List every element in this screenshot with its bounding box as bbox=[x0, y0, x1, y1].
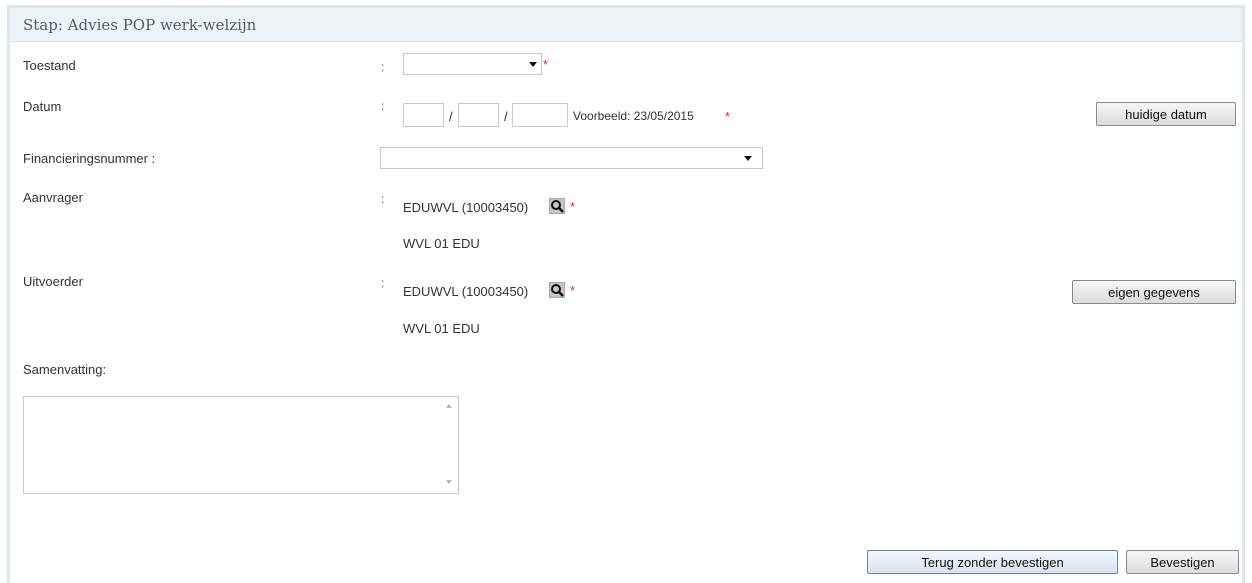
scroll-up-icon[interactable] bbox=[446, 404, 452, 408]
date-separator: / bbox=[504, 109, 508, 124]
date-month-input[interactable] bbox=[458, 103, 499, 127]
panel-title: Stap: Advies POP werk-welzijn bbox=[23, 16, 257, 34]
own-data-button[interactable]: eigen gegevens bbox=[1072, 280, 1236, 304]
datum-colon: : bbox=[381, 99, 385, 113]
toestand-colon: : bbox=[381, 60, 385, 74]
magnifier-icon[interactable] bbox=[549, 198, 565, 214]
aanvrager-label: Aanvrager bbox=[23, 190, 83, 205]
samenvatting-label: Samenvatting: bbox=[23, 362, 107, 377]
aanvrager-value: EDUWVL (10003450) bbox=[403, 200, 529, 215]
magnifier-icon[interactable] bbox=[549, 282, 565, 298]
uitvoerder-colon: : bbox=[381, 276, 385, 290]
samenvatting-textarea[interactable] bbox=[23, 396, 459, 494]
toestand-label: Toestand bbox=[23, 58, 76, 73]
back-without-confirm-button[interactable]: Terug zonder bevestigen bbox=[867, 550, 1118, 574]
financiering-select[interactable] bbox=[380, 147, 763, 169]
step-panel: Stap: Advies POP werk-welzijn bbox=[7, 5, 1245, 583]
date-year-input[interactable] bbox=[512, 103, 568, 127]
aanvrager-name: WVL 01 EDU bbox=[403, 236, 480, 251]
toestand-select[interactable] bbox=[403, 53, 542, 75]
scroll-down-icon[interactable] bbox=[446, 480, 452, 484]
uitvoerder-required: * bbox=[570, 283, 576, 298]
confirm-button[interactable]: Bevestigen bbox=[1126, 550, 1239, 574]
uitvoerder-value: EDUWVL (10003450) bbox=[403, 284, 529, 299]
date-separator: / bbox=[449, 109, 453, 124]
today-button[interactable]: huidige datum bbox=[1096, 102, 1236, 126]
uitvoerder-name: WVL 01 EDU bbox=[403, 321, 480, 336]
datum-required: * bbox=[725, 109, 731, 124]
toestand-required: * bbox=[543, 57, 549, 72]
uitvoerder-label: Uitvoerder bbox=[23, 274, 83, 289]
date-day-input[interactable] bbox=[403, 103, 444, 127]
aanvrager-required: * bbox=[570, 199, 576, 214]
aanvrager-colon: : bbox=[381, 192, 385, 206]
financiering-label: Financieringsnummer : bbox=[23, 151, 156, 166]
caret-down-icon bbox=[529, 62, 537, 67]
date-example: Voorbeeld: 23/05/2015 bbox=[573, 109, 694, 123]
caret-down-icon bbox=[744, 156, 752, 161]
panel-header: Stap: Advies POP werk-welzijn bbox=[10, 8, 1242, 42]
datum-label: Datum bbox=[23, 99, 62, 114]
